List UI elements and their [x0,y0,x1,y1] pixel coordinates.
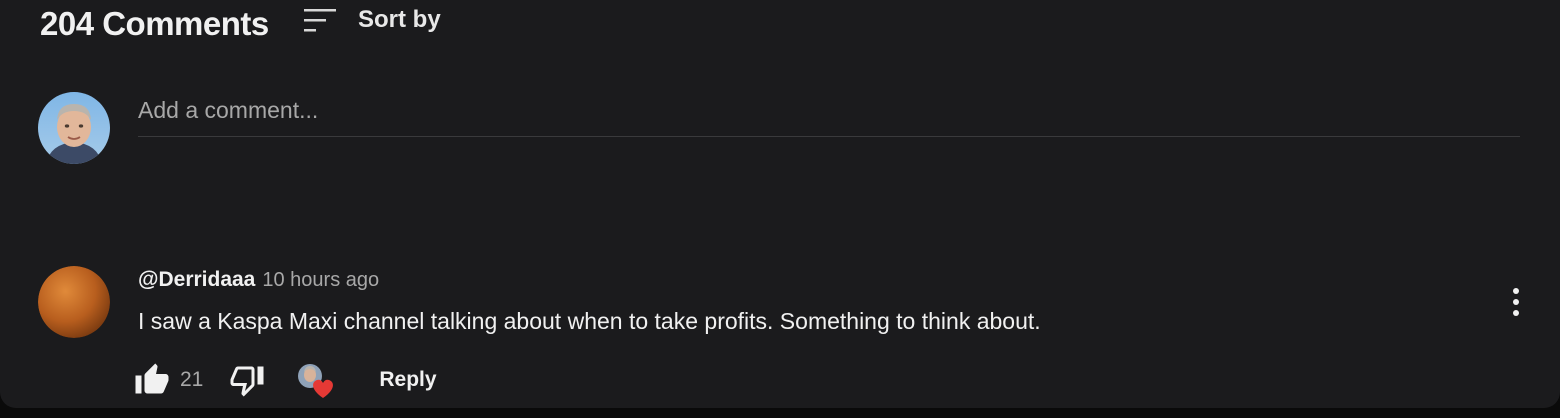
like-count: 21 [180,368,204,391]
more-vert-icon [1513,288,1519,316]
comment-meta: @Derridaaa 10 hours ago [138,268,379,292]
thumbs-up-icon [135,363,169,394]
comment-count: 204 Comments [40,5,269,42]
comment-menu-button[interactable] [1500,282,1532,322]
comments-header: 204 Comments [40,4,269,44]
add-comment-field[interactable] [138,90,1520,137]
comment-time[interactable]: 10 hours ago [262,269,379,292]
comment-text: I saw a Kaspa Maxi channel talking about… [138,308,1041,334]
creator-heart-icon [298,364,334,398]
comments-panel: 204 Comments Sort by Add a comment... @D… [0,0,1560,408]
reply-button[interactable]: Reply [379,368,436,392]
add-comment-input[interactable] [138,90,1520,130]
comment-actions: 21 Reply [134,360,437,400]
user-avatar[interactable] [38,92,110,164]
dislike-button[interactable] [229,362,265,398]
like-button[interactable] [134,362,170,398]
sort-icon [304,9,336,32]
sort-label: Sort by [358,6,441,33]
thumbs-down-icon [230,366,264,397]
commenter-avatar[interactable] [38,266,110,338]
user-avatar-icon [38,92,110,164]
sort-button[interactable]: Sort by [302,2,441,38]
commenter-avatar-icon [38,266,110,338]
comment-author[interactable]: @Derridaaa [138,268,255,292]
creator-heart-badge [295,360,337,400]
